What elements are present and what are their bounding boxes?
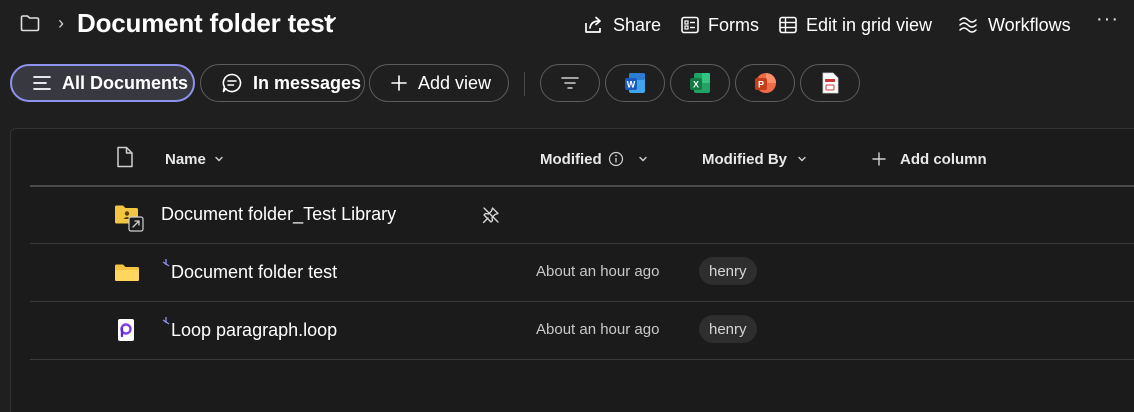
folder-outline-icon[interactable] xyxy=(20,14,40,32)
column-name-label: Name xyxy=(165,150,206,168)
view-all-documents[interactable]: All Documents xyxy=(10,64,195,102)
workflows-button[interactable]: Workflows xyxy=(956,12,1071,38)
filter-icon xyxy=(561,77,579,89)
row-modified: About an hour ago xyxy=(536,321,660,338)
breadcrumb-chevron-icon: › xyxy=(58,13,64,33)
command-bar: › Document folder test Share Forms Edit … xyxy=(0,0,1134,50)
grid-icon xyxy=(779,16,797,34)
column-header-name[interactable]: Name xyxy=(165,148,224,170)
filter-button[interactable] xyxy=(540,64,600,102)
forms-button[interactable]: Forms xyxy=(680,12,759,38)
excel-icon: X xyxy=(690,73,710,93)
share-icon xyxy=(585,16,601,33)
column-header-modified-by[interactable]: Modified By xyxy=(702,148,807,170)
row-divider xyxy=(30,359,1134,360)
forms-icon xyxy=(681,16,699,34)
folder-icon xyxy=(115,264,139,281)
list-icon xyxy=(33,76,51,90)
chevron-down-icon[interactable] xyxy=(322,12,338,28)
powerpoint-icon: P xyxy=(755,73,776,93)
column-modified-label: Modified xyxy=(540,150,602,168)
share-label: Share xyxy=(613,14,662,35)
row-name[interactable]: Document folder test xyxy=(171,262,337,283)
add-column-button[interactable]: Add column xyxy=(872,148,987,170)
page-title[interactable]: Document folder test xyxy=(77,8,333,39)
pin-off-icon[interactable] xyxy=(482,206,500,224)
forms-label: Forms xyxy=(708,14,759,35)
loop-icon xyxy=(118,319,134,341)
edit-in-grid-view-label: Edit in grid view xyxy=(806,14,933,35)
plus-icon xyxy=(391,75,407,91)
shared-folder-icon xyxy=(115,205,144,232)
file-type-icon[interactable] xyxy=(116,146,134,168)
add-view-label: Add view xyxy=(418,72,492,93)
new-powerpoint-button[interactable]: P xyxy=(735,64,795,102)
modified-by-chip[interactable]: henry xyxy=(699,257,757,285)
new-excel-workbook-button[interactable]: X xyxy=(670,64,730,102)
share-button[interactable]: Share xyxy=(583,12,661,38)
chevron-down-icon xyxy=(215,156,223,162)
row-name[interactable]: Document folder_Test Library xyxy=(161,204,396,225)
row-name[interactable]: Loop paragraph.loop xyxy=(171,320,337,341)
svg-text:X: X xyxy=(693,80,699,90)
more-options-icon[interactable]: ··· xyxy=(1096,8,1119,31)
chevron-down-icon xyxy=(638,156,647,162)
word-icon: W xyxy=(625,73,645,93)
svg-text:W: W xyxy=(627,80,636,90)
view-in-messages-label: In messages xyxy=(253,72,362,93)
modified-by-chip[interactable]: henry xyxy=(699,315,757,343)
chat-icon xyxy=(222,73,242,93)
view-all-documents-label: All Documents xyxy=(62,72,189,93)
info-icon[interactable] xyxy=(608,151,624,167)
edit-in-grid-view-button[interactable]: Edit in grid view xyxy=(778,12,932,38)
plus-icon xyxy=(872,152,886,166)
view-in-messages[interactable]: In messages xyxy=(200,64,365,102)
toolbar-divider xyxy=(524,72,525,96)
workflows-label: Workflows xyxy=(988,14,1071,35)
new-pdf-button[interactable] xyxy=(800,64,860,102)
workflows-icon xyxy=(959,17,977,33)
new-word-document-button[interactable]: W xyxy=(605,64,665,102)
column-header-modified[interactable]: Modified xyxy=(540,148,648,170)
pdf-icon xyxy=(822,72,839,94)
row-modified: About an hour ago xyxy=(536,263,660,280)
add-view-button[interactable]: Add view xyxy=(369,64,509,102)
chevron-down-icon xyxy=(798,156,806,162)
column-modified-by-label: Modified By xyxy=(702,150,787,168)
add-column-label: Add column xyxy=(900,150,987,168)
svg-text:P: P xyxy=(758,80,764,90)
